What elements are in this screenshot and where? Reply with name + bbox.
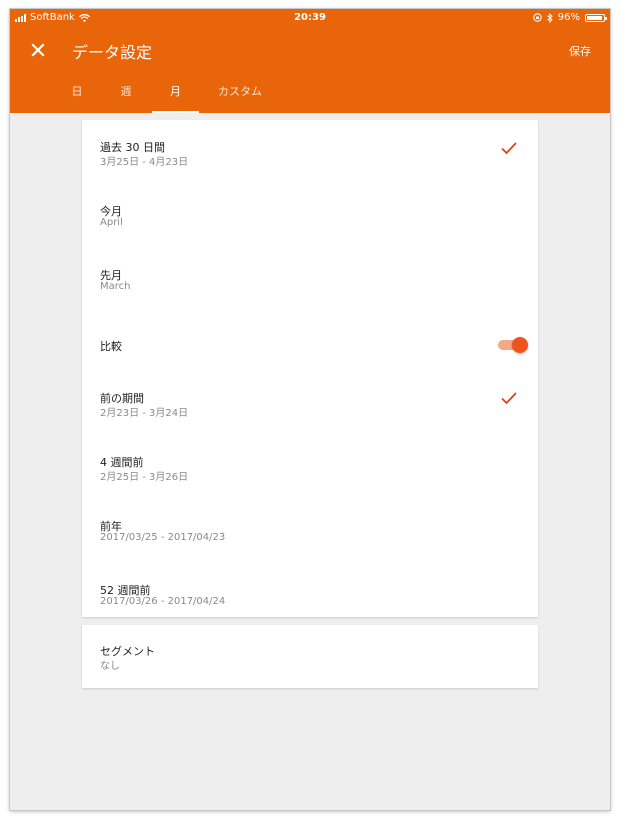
check-icon <box>501 142 517 155</box>
compare-toggle[interactable] <box>498 337 528 353</box>
segment-value: なし <box>100 661 120 672</box>
option-subtitle: 2017/03/25 - 2017/04/23 <box>100 532 226 543</box>
check-icon <box>501 392 517 405</box>
option-last-30-days[interactable]: 過去 30 日間 3月25日 - 4月23日 <box>82 120 538 184</box>
segment-row[interactable]: セグメント なし <box>82 625 538 688</box>
option-subtitle: 2月25日 - 3月26日 <box>100 472 189 483</box>
compare-option-previous-year[interactable]: 前年 2017/03/25 - 2017/04/23 <box>82 504 538 568</box>
bluetooth-icon <box>546 12 553 23</box>
close-icon <box>31 43 45 57</box>
tab-bar: 日 週 月 カスタム <box>10 79 610 113</box>
tab-week[interactable]: 週 <box>115 79 137 113</box>
option-subtitle: March <box>100 281 131 292</box>
tab-month[interactable]: 月 <box>152 79 199 113</box>
app-bar: SoftBank 20:39 96% データ設定 保存 日 週 月 カスタム <box>10 9 610 113</box>
segment-card: セグメント なし <box>82 625 538 688</box>
save-button[interactable]: 保存 <box>569 43 591 59</box>
compare-option-previous-period[interactable]: 前の期間 2月23日 - 3月24日 <box>82 376 538 440</box>
status-time: 20:39 <box>294 12 326 23</box>
status-bar: SoftBank 20:39 96% <box>10 9 610 27</box>
option-subtitle: April <box>100 217 123 228</box>
compare-option-52-weeks-ago[interactable]: 52 週間前 2017/03/26 - 2017/04/24 <box>82 568 538 632</box>
close-button[interactable] <box>28 40 48 60</box>
compare-option-4-weeks-ago[interactable]: 4 週間前 2月25日 - 3月26日 <box>82 440 538 504</box>
option-last-month[interactable]: 先月 March <box>82 248 538 312</box>
tab-day[interactable]: 日 <box>66 79 88 113</box>
orientation-lock-icon <box>533 13 542 22</box>
compare-label: 比較 <box>100 340 122 353</box>
option-this-month[interactable]: 今月 April <box>82 184 538 248</box>
page-title: データ設定 <box>72 43 153 62</box>
tab-custom[interactable]: カスタム <box>212 79 268 113</box>
option-subtitle: 2月23日 - 3月24日 <box>100 408 189 419</box>
app-screen: SoftBank 20:39 96% データ設定 保存 日 週 月 カスタム 過… <box>10 9 610 810</box>
battery-percent: 96% <box>557 12 580 23</box>
option-subtitle: 3月25日 - 4月23日 <box>100 157 189 168</box>
compare-row[interactable]: 比較 <box>82 312 538 376</box>
option-subtitle: 2017/03/26 - 2017/04/24 <box>100 596 226 607</box>
date-range-card: 過去 30 日間 3月25日 - 4月23日 今月 April 先月 March… <box>82 120 538 617</box>
battery-icon <box>585 13 607 22</box>
